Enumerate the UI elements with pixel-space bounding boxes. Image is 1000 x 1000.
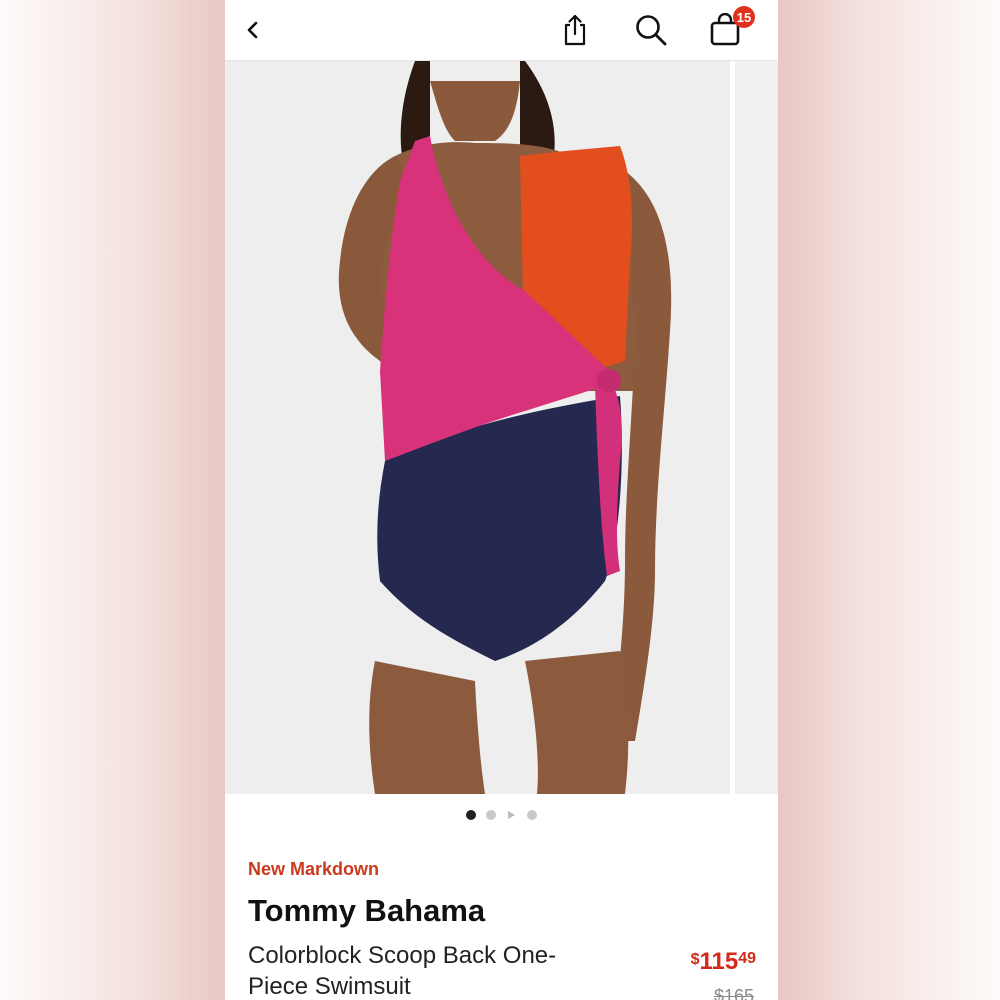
promo-label: New Markdown	[248, 859, 380, 879]
chevron-left-icon	[247, 21, 258, 39]
sale-price: $ 115 49	[691, 948, 756, 976]
background-blur-left	[0, 0, 225, 1000]
share-icon	[564, 14, 586, 46]
price-cents: 49	[738, 950, 756, 967]
search-button[interactable]	[631, 10, 671, 50]
product-photo	[225, 61, 730, 794]
carousel-video-indicator-icon[interactable]	[508, 811, 515, 819]
cart-button[interactable]: 15	[705, 6, 755, 50]
carousel-dot-2[interactable]	[486, 810, 496, 820]
carousel-dot-1[interactable]	[466, 810, 476, 820]
cart-count-badge: 15	[733, 6, 755, 28]
background-blur-right	[778, 0, 1000, 1000]
product-brand[interactable]: Tommy Bahama	[248, 893, 485, 929]
product-image-carousel[interactable]	[225, 61, 730, 794]
carousel-dot-4[interactable]	[527, 810, 537, 820]
app-screen: 15 New Markdown Tommy Bahama Colorblock …	[225, 0, 778, 1000]
top-navigation-bar: 15	[225, 0, 778, 61]
next-image-peek[interactable]	[735, 61, 778, 794]
product-title: Colorblock Scoop Back One-Piece Swimsuit	[248, 942, 557, 1000]
price-dollars: 115	[699, 948, 739, 975]
share-button[interactable]	[555, 10, 595, 50]
search-icon	[636, 15, 667, 46]
back-button[interactable]	[233, 10, 273, 50]
price-currency: $	[690, 951, 700, 968]
carousel-pagination	[225, 805, 778, 825]
original-price: $165	[713, 986, 754, 1000]
